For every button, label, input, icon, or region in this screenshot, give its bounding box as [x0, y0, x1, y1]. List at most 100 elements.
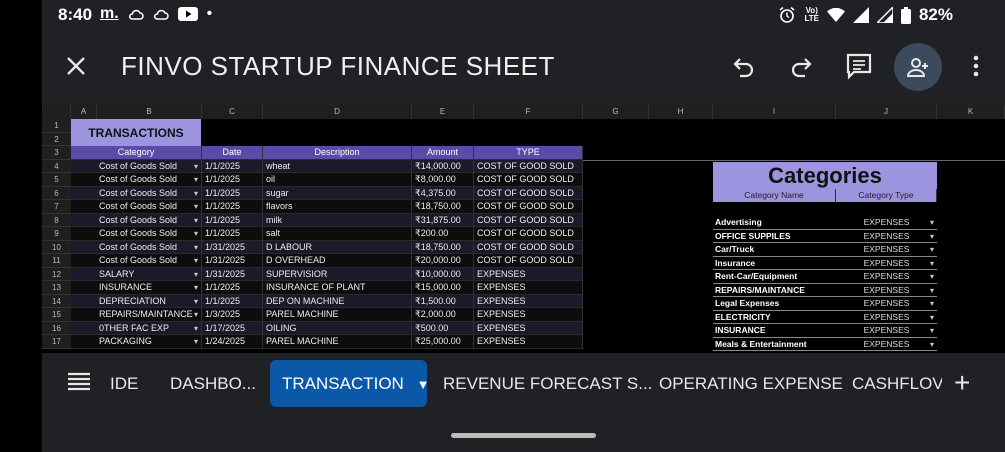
cell-description[interactable]: D OVERHEAD: [263, 254, 412, 268]
category-type-dropdown[interactable]: EXPENSES: [836, 230, 937, 243]
more-vert-icon[interactable]: [958, 48, 994, 84]
cell-category[interactable]: SALARY: [71, 267, 202, 281]
table-header-cell[interactable]: Description: [263, 146, 412, 160]
cell-description[interactable]: SUPERVISIOR: [263, 267, 412, 281]
cell-amount[interactable]: ₹20,000.00: [412, 254, 474, 268]
category-name-cell[interactable]: Legal Expenses: [713, 297, 836, 311]
cell-date[interactable]: 1/1/2025: [202, 213, 263, 227]
cell-date[interactable]: 1/31/2025: [202, 254, 263, 268]
cell-category[interactable]: 0THER FAC EXP: [71, 321, 202, 335]
row-header[interactable]: 8: [42, 213, 71, 227]
cell-category[interactable]: PACKAGING: [71, 335, 202, 349]
category-name-cell[interactable]: OFFICE SUPPILES: [713, 230, 836, 243]
cell-description[interactable]: OILING: [263, 321, 412, 335]
cell-description[interactable]: INSURANCE OF PLANT: [263, 281, 412, 295]
cell-amount[interactable]: ₹14,000.00: [412, 159, 474, 173]
cell-description[interactable]: PAREL MACHINE: [263, 335, 412, 349]
cell-type[interactable]: COST OF GOOD SOLD: [474, 213, 583, 227]
cell-category[interactable]: Cost of Goods Sold: [71, 254, 202, 268]
row-header[interactable]: 5: [42, 173, 71, 187]
column-header[interactable]: A: [71, 105, 97, 119]
cell-category[interactable]: REPAIRS/MAINTANCE: [71, 308, 202, 322]
category-type-header[interactable]: Category Type: [836, 189, 937, 202]
cell-amount[interactable]: ₹31,875.00: [412, 213, 474, 227]
row-header[interactable]: 2: [42, 132, 71, 146]
row-header[interactable]: 3: [42, 146, 71, 160]
cell-category[interactable]: Cost of Goods Sold: [71, 227, 202, 241]
category-name-cell[interactable]: Car/Truck: [713, 243, 836, 257]
column-header[interactable]: J: [836, 105, 937, 119]
cell-amount[interactable]: ₹15,000.00: [412, 281, 474, 295]
cell-category[interactable]: Cost of Goods Sold: [71, 173, 202, 187]
cell-type[interactable]: COST OF GOOD SOLD: [474, 173, 583, 187]
category-type-dropdown[interactable]: EXPENSES: [836, 311, 937, 324]
categories-title[interactable]: Categories: [713, 162, 937, 189]
row-header[interactable]: 16: [42, 321, 71, 335]
cell-description[interactable]: sugar: [263, 186, 412, 200]
category-name-cell[interactable]: Advertising: [713, 216, 836, 230]
tab-dashboard[interactable]: DASHBO...: [170, 360, 256, 407]
category-name-cell[interactable]: REPAIRS/MAINTANCE: [713, 284, 836, 297]
column-header[interactable]: C: [202, 105, 263, 119]
column-header[interactable]: K: [937, 105, 1005, 119]
row-header[interactable]: 15: [42, 308, 71, 322]
cell-date[interactable]: 1/1/2025: [202, 294, 263, 308]
spreadsheet-grid[interactable]: ABCDEFGHIJK 1 2 3 4 5 6 7 8 9 10 11 12 13 14 15 16 17 TR…: [42, 105, 1005, 353]
column-header[interactable]: F: [474, 105, 583, 119]
cell-amount[interactable]: ₹200.00: [412, 227, 474, 241]
cell-type[interactable]: EXPENSES: [474, 321, 583, 335]
cell-date[interactable]: 1/1/2025: [202, 159, 263, 173]
category-type-dropdown[interactable]: EXPENSES: [836, 284, 937, 297]
cell-description[interactable]: milk: [263, 213, 412, 227]
row-header[interactable]: 6: [42, 186, 71, 200]
home-gesture-pill[interactable]: [451, 433, 596, 438]
column-header[interactable]: B: [97, 105, 202, 119]
category-type-dropdown[interactable]: EXPENSES: [836, 270, 937, 284]
close-icon[interactable]: [62, 52, 90, 80]
cell-date[interactable]: 1/17/2025: [202, 321, 263, 335]
cell-category[interactable]: Cost of Goods Sold: [71, 240, 202, 254]
add-sheet-icon[interactable]: +: [954, 367, 970, 399]
cell-description[interactable]: oil: [263, 173, 412, 187]
category-name-cell[interactable]: ELECTRICITY: [713, 311, 836, 324]
cell-type[interactable]: EXPENSES: [474, 281, 583, 295]
category-type-dropdown[interactable]: EXPENSES: [836, 243, 937, 257]
row-header[interactable]: 9: [42, 227, 71, 241]
cell-date[interactable]: 1/3/2025: [202, 308, 263, 322]
category-type-dropdown[interactable]: EXPENSES: [836, 216, 937, 230]
column-header[interactable]: D: [263, 105, 412, 119]
cell-amount[interactable]: ₹500.00: [412, 321, 474, 335]
category-type-dropdown[interactable]: EXPENSES: [836, 257, 937, 270]
cell-amount[interactable]: ₹4,375.00: [412, 186, 474, 200]
table-header-cell[interactable]: TYPE: [474, 146, 583, 160]
column-header[interactable]: G: [583, 105, 649, 119]
cell-type[interactable]: COST OF GOOD SOLD: [474, 240, 583, 254]
tab-transaction[interactable]: TRANSACTION ▼: [270, 360, 429, 407]
column-header[interactable]: E: [412, 105, 474, 119]
row-header[interactable]: 17: [42, 335, 71, 349]
add-person-icon[interactable]: [894, 43, 942, 91]
cell-type[interactable]: COST OF GOOD SOLD: [474, 159, 583, 173]
tab-cashflow[interactable]: CASHFLOV: [852, 360, 942, 407]
cell-category[interactable]: DEPRECIATION: [71, 294, 202, 308]
cell-category[interactable]: Cost of Goods Sold: [71, 186, 202, 200]
row-header[interactable]: 4: [42, 159, 71, 173]
cell-category[interactable]: Cost of Goods Sold: [71, 200, 202, 214]
row-header[interactable]: 10: [42, 240, 71, 254]
cell-date[interactable]: 1/1/2025: [202, 173, 263, 187]
cell-category[interactable]: Cost of Goods Sold: [71, 159, 202, 173]
cell-amount[interactable]: ₹18,750.00: [412, 240, 474, 254]
cell-type[interactable]: COST OF GOOD SOLD: [474, 200, 583, 214]
category-name-cell[interactable]: Rent-Car/Equipment: [713, 270, 836, 284]
comment-icon[interactable]: [841, 48, 877, 84]
category-name-header[interactable]: Category Name: [713, 189, 836, 202]
row-header[interactable]: 14: [42, 294, 71, 308]
cell-amount[interactable]: ₹18,750.00: [412, 200, 474, 214]
table-header-cell[interactable]: Category: [71, 146, 202, 160]
cell-amount[interactable]: ₹25,000.00: [412, 335, 474, 349]
cell-date[interactable]: 1/1/2025: [202, 281, 263, 295]
tab-guide[interactable]: IDE: [110, 360, 138, 407]
cell-type[interactable]: EXPENSES: [474, 267, 583, 281]
category-type-dropdown[interactable]: EXPENSES: [836, 297, 937, 311]
tab-operating-expense[interactable]: OPERATING EXPENSE: [659, 360, 843, 407]
